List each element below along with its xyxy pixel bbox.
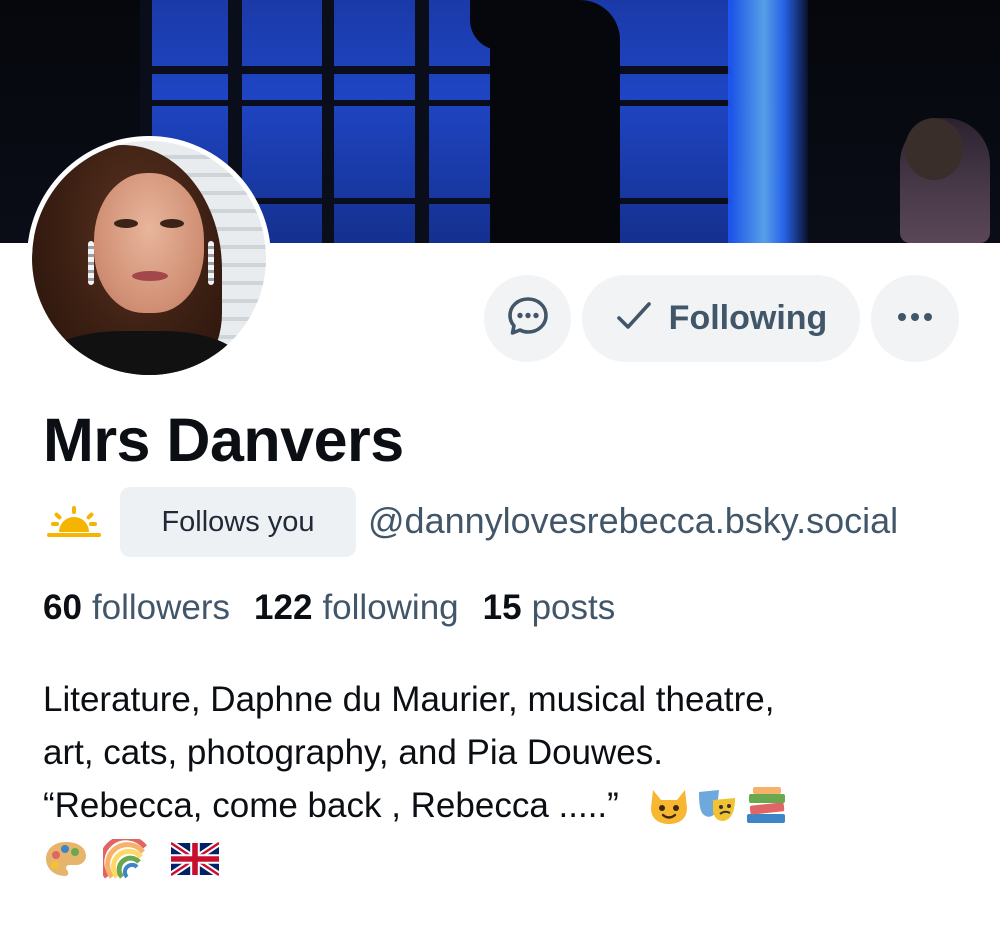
performing-arts-icon xyxy=(695,786,739,826)
bio-emoji-group xyxy=(647,786,789,826)
bio-line: “Rebecca, come back , Rebecca .....” xyxy=(43,779,983,832)
bio-text: art, cats, photography, and Pia Douwes. xyxy=(43,733,663,772)
following-button[interactable]: Following xyxy=(582,275,860,362)
avatar-eye xyxy=(114,219,138,228)
sun-icon xyxy=(45,504,103,543)
more-options-button[interactable] xyxy=(871,275,959,362)
chat-bubble-icon xyxy=(505,293,551,344)
followers-count: 60 xyxy=(43,588,82,627)
rainbow-icon xyxy=(103,838,149,879)
books-icon xyxy=(743,786,789,826)
avatar-earring xyxy=(208,241,214,285)
palette-icon xyxy=(43,839,89,879)
banner-mullion xyxy=(415,0,429,243)
banner-mullion xyxy=(140,100,730,106)
cat-face-icon xyxy=(647,786,691,826)
banner-mullion xyxy=(322,0,334,243)
display-name: Mrs Danvers xyxy=(43,406,404,474)
profile-stats: 60 followers 122 following 15 posts xyxy=(43,588,615,628)
avatar-earring xyxy=(88,241,94,285)
following-button-label: Following xyxy=(668,299,828,337)
bio-text: “Rebecca, come back , Rebecca .....” xyxy=(43,786,619,825)
posts-label: posts xyxy=(531,588,616,627)
following-stat[interactable]: 122 following xyxy=(254,588,459,628)
more-dots-icon xyxy=(895,310,935,328)
avatar-eye xyxy=(160,219,184,228)
profile-handle[interactable]: @dannylovesrebecca.bsky.social xyxy=(368,500,898,542)
avatar-dress xyxy=(42,331,242,375)
follows-you-badge: Follows you xyxy=(120,487,356,557)
bio-line: art, cats, photography, and Pia Douwes. xyxy=(43,726,983,779)
uk-flag-icon xyxy=(171,841,219,876)
banner-figure xyxy=(905,118,963,180)
following-count: 122 xyxy=(254,588,313,627)
bio-text: Literature, Daphne du Maurier, musical t… xyxy=(43,680,775,719)
bio-line xyxy=(43,832,983,885)
followers-stat[interactable]: 60 followers xyxy=(43,588,230,628)
followers-label: followers xyxy=(91,588,231,627)
posts-count: 15 xyxy=(482,588,522,627)
following-label: following xyxy=(322,588,459,627)
banner-mullion xyxy=(140,66,730,74)
avatar[interactable] xyxy=(27,136,271,380)
avatar-face xyxy=(94,173,204,313)
banner-silhouette xyxy=(470,0,540,50)
profile-page: Following Mrs Danvers Follows you @danny… xyxy=(0,0,1000,930)
profile-bio: Literature, Daphne du Maurier, musical t… xyxy=(43,673,983,885)
avatar-lips xyxy=(132,271,168,281)
posts-stat: 15 posts xyxy=(483,588,616,628)
check-icon xyxy=(615,299,653,338)
bio-line: Literature, Daphne du Maurier, musical t… xyxy=(43,673,983,726)
banner-light xyxy=(728,0,808,243)
message-button[interactable] xyxy=(484,275,571,362)
